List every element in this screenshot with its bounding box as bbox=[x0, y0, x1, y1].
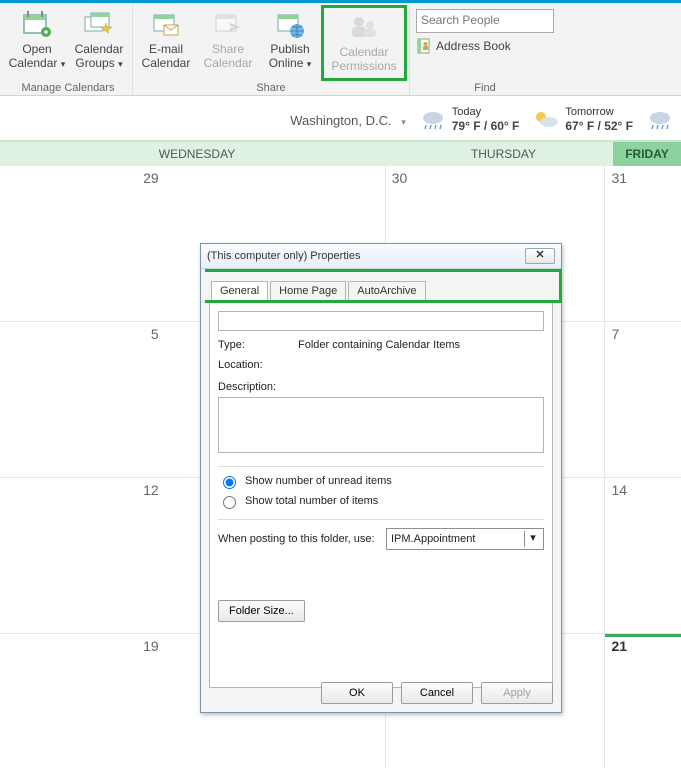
email-calendar-icon bbox=[150, 9, 182, 41]
posting-form-select[interactable]: IPM.Appointment ▾ bbox=[386, 528, 544, 550]
description-textarea[interactable] bbox=[218, 397, 544, 453]
group-label-manage: Manage Calendars bbox=[6, 81, 130, 95]
day-header-thu: THURSDAY bbox=[394, 142, 613, 166]
calendar-cell[interactable]: 7 bbox=[605, 322, 681, 477]
radio-unread-items[interactable] bbox=[223, 476, 236, 489]
email-calendar-label: E-mail Calendar bbox=[137, 43, 195, 71]
calendar-cell-today[interactable]: 21 bbox=[605, 634, 681, 769]
weather-next bbox=[647, 109, 673, 131]
dropdown-caret-icon: ▾ bbox=[61, 59, 66, 69]
dialog-title: (This computer only) Properties bbox=[207, 250, 360, 262]
date-number: 29 bbox=[6, 170, 379, 186]
cancel-button[interactable]: Cancel bbox=[401, 682, 473, 704]
publish-online-label: Publish Online bbox=[269, 42, 310, 70]
posting-label: When posting to this folder, use: bbox=[218, 533, 376, 545]
calendar-cell[interactable]: 14 bbox=[605, 478, 681, 633]
open-calendar-icon bbox=[21, 9, 53, 41]
address-book-icon bbox=[416, 38, 432, 54]
calendar-groups-button[interactable]: Calendar Groups ▾ bbox=[68, 5, 130, 81]
dropdown-caret-icon: ▾ bbox=[524, 531, 541, 547]
publish-online-button[interactable]: Publish Online ▾ bbox=[259, 5, 321, 81]
dropdown-caret-icon: ▾ bbox=[401, 117, 406, 127]
radio-unread-label: Show number of unread items bbox=[245, 475, 392, 487]
weather-today: Today79° F / 60° F bbox=[420, 106, 520, 134]
weather-bar: Washington, D.C. ▾ Today79° F / 60° F To… bbox=[0, 96, 681, 142]
date-number: 21 bbox=[611, 638, 675, 654]
tab-panel-general: Type: Folder containing Calendar Items L… bbox=[209, 303, 553, 688]
posting-form-value: IPM.Appointment bbox=[391, 533, 475, 545]
dialog-titlebar[interactable]: (This computer only) Properties ✕ bbox=[201, 244, 561, 269]
ribbon: Open Calendar ▾ Calendar Groups ▾ Manage… bbox=[0, 3, 681, 96]
calendar-cell[interactable]: 31 bbox=[605, 166, 681, 321]
weather-city-label: Washington, D.C. bbox=[290, 113, 391, 128]
day-header-wed: WEDNESDAY bbox=[0, 142, 394, 166]
weather-tomorrow-temps: 67° F / 52° F bbox=[565, 119, 633, 133]
location-label: Location: bbox=[218, 359, 288, 371]
weather-tomorrow-label: Tomorrow bbox=[565, 106, 633, 119]
day-header-fri: FRIDAY bbox=[613, 142, 681, 166]
dropdown-caret-icon: ▾ bbox=[307, 59, 312, 69]
open-calendar-button[interactable]: Open Calendar ▾ bbox=[6, 5, 68, 81]
folder-name-input[interactable] bbox=[218, 311, 544, 331]
calendar-permissions-label: Calendar Permissions bbox=[326, 46, 402, 74]
weather-today-temps: 79° F / 60° F bbox=[452, 119, 520, 133]
share-calendar-button: Share Calendar bbox=[197, 5, 259, 81]
dialog-button-row: OK Cancel Apply bbox=[321, 682, 553, 704]
group-share: E-mail Calendar Share Calendar Publish O… bbox=[133, 3, 410, 95]
calendar-groups-label: Calendar Groups bbox=[75, 42, 124, 70]
dropdown-caret-icon: ▾ bbox=[118, 59, 123, 69]
ok-button[interactable]: OK bbox=[321, 682, 393, 704]
calendar-permissions-button: Calendar Permissions bbox=[321, 5, 407, 81]
date-number: 14 bbox=[611, 482, 675, 498]
apply-button: Apply bbox=[481, 682, 553, 704]
share-calendar-icon bbox=[212, 9, 244, 41]
share-calendar-label: Share Calendar bbox=[199, 43, 257, 71]
date-number: 30 bbox=[392, 170, 599, 186]
weather-city-picker[interactable]: Washington, D.C. ▾ bbox=[290, 113, 406, 128]
group-label-share: Share bbox=[135, 81, 407, 95]
type-label: Type: bbox=[218, 339, 288, 351]
tab-autoarchive[interactable]: AutoArchive bbox=[348, 281, 425, 300]
separator bbox=[218, 519, 544, 520]
publish-online-icon bbox=[274, 9, 306, 41]
open-calendar-label: Open Calendar bbox=[9, 42, 58, 70]
folder-size-button[interactable]: Folder Size... bbox=[218, 600, 305, 622]
description-label: Description: bbox=[218, 381, 544, 393]
rain-cloud-icon bbox=[647, 109, 673, 131]
date-number: 31 bbox=[611, 170, 675, 186]
calendar-permissions-icon bbox=[348, 12, 380, 44]
properties-dialog: (This computer only) Properties ✕ Genera… bbox=[200, 243, 562, 713]
rain-cloud-icon bbox=[420, 109, 446, 131]
close-button[interactable]: ✕ bbox=[525, 248, 555, 264]
tab-home-page[interactable]: Home Page bbox=[270, 281, 346, 300]
type-value: Folder containing Calendar Items bbox=[298, 339, 460, 351]
radio-total-items[interactable] bbox=[223, 496, 236, 509]
search-people-input[interactable]: Search People bbox=[416, 9, 554, 33]
today-marker bbox=[605, 634, 681, 637]
address-book-button[interactable]: Address Book bbox=[416, 36, 554, 56]
separator bbox=[218, 466, 544, 467]
calendar-groups-icon bbox=[83, 9, 115, 41]
partly-cloudy-icon bbox=[533, 109, 559, 131]
group-label-find: Find bbox=[412, 81, 558, 95]
email-calendar-button[interactable]: E-mail Calendar bbox=[135, 5, 197, 81]
weather-tomorrow: Tomorrow67° F / 52° F bbox=[533, 106, 633, 134]
group-find: Search People Address Book Find bbox=[410, 3, 560, 95]
date-number: 7 bbox=[611, 326, 675, 342]
tab-general[interactable]: General bbox=[211, 281, 268, 300]
calendar-day-header: WEDNESDAY THURSDAY FRIDAY bbox=[0, 142, 681, 166]
dialog-tabs-highlight: General Home Page AutoArchive bbox=[205, 269, 562, 303]
group-manage-calendars: Open Calendar ▾ Calendar Groups ▾ Manage… bbox=[4, 3, 133, 95]
weather-today-label: Today bbox=[452, 106, 520, 119]
address-book-label: Address Book bbox=[436, 39, 511, 53]
radio-total-label: Show total number of items bbox=[245, 495, 378, 507]
